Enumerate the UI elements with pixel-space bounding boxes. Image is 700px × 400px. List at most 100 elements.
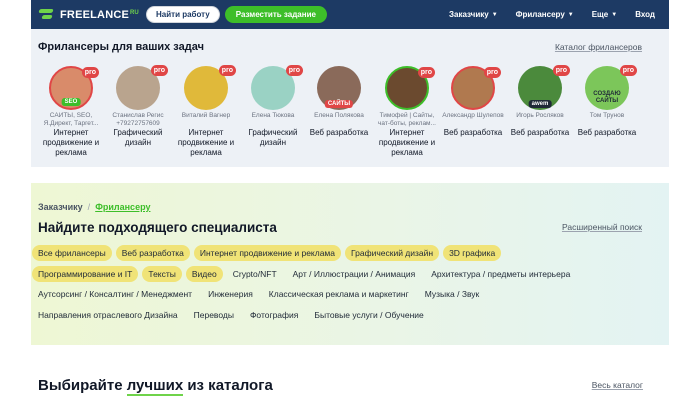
category-chip[interactable]: Все фрилансеры — [32, 245, 112, 261]
freelancer-name[interactable]: Виталий Вагнер — [172, 112, 240, 128]
freelancer-avatar[interactable]: pro SEO — [49, 66, 99, 110]
category-chip[interactable]: Фотография — [244, 307, 304, 323]
pro-badge: pro — [417, 67, 435, 78]
freelancer-name[interactable]: Том Трунов — [573, 112, 641, 128]
freelancer-avatar[interactable]: pro СОЗДАЮ САЙТЫ — [585, 65, 637, 110]
freelancer-name[interactable]: Александр Шулепов — [439, 112, 507, 128]
breadcrumb-freelancer[interactable]: Фрилансеру — [95, 202, 150, 212]
nav-customer-label: Заказчику — [448, 10, 489, 19]
freelancer-specialization: Веб разработка — [510, 128, 570, 137]
freelancers-section: Фрилансеры для ваших задач Каталог фрила… — [31, 29, 669, 167]
freelancer-avatar[interactable]: pro — [251, 65, 303, 110]
freelancer-specialization: Интернет продвижение и реклама — [378, 128, 436, 157]
logo-text: FREELANCE — [60, 8, 130, 21]
catalog-title: Выбирайте лучших из каталога — [38, 377, 273, 396]
find-title: Найдите подходящего специалиста — [38, 220, 277, 235]
freelancer-avatar[interactable]: pro — [385, 66, 435, 110]
freelancer-specialization: Интернет продвижение и реклама — [42, 128, 100, 157]
top-header: FREELANCE RU Найти работу Разместить зад… — [31, 0, 669, 29]
freelancer-name[interactable]: Тимофей | Сайты, чат-боты, реклам... — [373, 112, 441, 128]
category-chip[interactable]: Видео — [185, 265, 223, 282]
all-catalog-link[interactable]: Весь каталог — [592, 380, 643, 390]
category-chip[interactable]: Программирование и IT — [32, 265, 139, 282]
category-chip[interactable]: Классическая реклама и маркетинг — [263, 286, 415, 302]
find-specialist-section: Заказчику / Фрилансеру Найдите подходяще… — [31, 183, 669, 345]
site-logo[interactable]: FREELANCE RU — [39, 8, 139, 22]
nav-more[interactable]: Еще ▼ — [592, 10, 618, 19]
freelancer-name[interactable]: САЙТЫ, SEO, Я.Директ, Таргет... — [37, 112, 105, 128]
freelancer-card[interactable]: САЙТЫ Елена Полякова Веб разработка — [305, 66, 373, 138]
freelancer-name[interactable]: Станислав Регис +79272757609 — [104, 112, 172, 128]
freelancer-card[interactable]: pro Елена Тюкова Графический дизайн — [239, 65, 307, 148]
breadcrumb: Заказчику / Фрилансеру — [38, 202, 150, 212]
freelancer-card[interactable]: pro Александр Шулепов Веб разработка — [439, 66, 507, 138]
freelancer-avatar[interactable]: pro — [116, 65, 168, 110]
page: { "header": { "logo_text": "FREELANCE", … — [0, 0, 700, 400]
freelancer-card[interactable]: pro Тимофей | Сайты, чат-боты, реклам... И… — [373, 66, 441, 158]
freelancer-specialization: Графический дизайн — [248, 128, 298, 147]
freelancer-specialization: Интернет продвижение и реклама — [177, 128, 235, 157]
category-chip[interactable]: Переводы — [188, 307, 240, 323]
category-chip[interactable]: Тексты — [142, 265, 182, 282]
chevron-down-icon: ▼ — [611, 11, 618, 18]
category-row: Все фрилансеры Веб разработка Интернет про… — [32, 243, 622, 263]
nav-login-label: Вход — [635, 10, 655, 19]
logo-mark-icon — [39, 8, 57, 22]
category-chip[interactable]: Направления отраслевого Дизайна — [32, 307, 184, 323]
main-nav: Заказчику ▼ Фрилансеру ▼ Еще ▼ Вход — [431, 10, 655, 19]
category-chip[interactable]: Арт / Иллюстрации / Анимация — [287, 266, 422, 282]
avatar-label: awem — [528, 100, 552, 108]
nav-freelancer-label: Фрилансеру — [515, 10, 565, 19]
freelancer-avatar[interactable]: pro — [184, 65, 236, 110]
avatar-label: СОЗДАЮ САЙТЫ — [593, 91, 621, 104]
advanced-search-link[interactable]: Расширенный поиск — [562, 222, 642, 232]
pro-badge: pro — [218, 65, 236, 76]
nav-customer[interactable]: Заказчику ▼ — [449, 10, 498, 19]
category-chip[interactable]: Графический дизайн — [345, 245, 440, 261]
freelancer-avatar[interactable]: САЙТЫ — [317, 66, 361, 110]
category-chip[interactable]: Инженерия — [202, 286, 259, 302]
freelancer-name[interactable]: Елена Полякова — [305, 112, 373, 128]
catalog-title-highlight: лучших — [126, 377, 184, 396]
category-chip[interactable]: Crypto/NFT — [227, 266, 283, 282]
nav-login[interactable]: Вход — [635, 10, 655, 19]
find-work-button[interactable]: Найти работу — [146, 6, 220, 23]
freelancers-catalog-link[interactable]: Каталог фрилансеров — [555, 42, 642, 52]
category-chip[interactable]: Интернет продвижение и реклама — [193, 245, 341, 261]
freelancer-specialization: Веб разработка — [443, 128, 503, 137]
pro-badge: pro — [619, 65, 637, 76]
freelancers-title: Фрилансеры для ваших задач — [38, 41, 204, 53]
freelancer-card[interactable]: pro Станислав Регис +79272757609 Графическ… — [104, 65, 172, 148]
freelancer-name[interactable]: Елена Тюкова — [239, 112, 307, 128]
chevron-down-icon: ▼ — [491, 11, 498, 18]
category-chip[interactable]: Архитектура / предметы интерьера — [425, 266, 576, 282]
pro-badge: pro — [81, 67, 99, 78]
category-chip[interactable]: Аутсорсинг / Консалтинг / Менеджмент — [32, 286, 198, 302]
breadcrumb-customer[interactable]: Заказчику — [38, 202, 83, 212]
catalog-title-start: Выбирайте — [38, 377, 127, 394]
pro-badge: pro — [150, 65, 168, 76]
freelancer-card[interactable]: pro СОЗДАЮ САЙТЫ Том Трунов Веб разработка — [573, 65, 641, 138]
category-row: Программирование и IT Тексты Видео Crypto/N… — [32, 264, 622, 284]
pro-badge: pro — [483, 67, 501, 78]
freelancer-card[interactable]: pro Виталий Вагнер Интернет продвижение и … — [172, 65, 240, 158]
category-row: Аутсорсинг / Консалтинг / Менеджмент Инже… — [32, 284, 622, 304]
avatar-label: САЙТЫ — [324, 100, 354, 108]
freelancer-avatar[interactable]: pro awem — [518, 65, 570, 110]
freelancer-card[interactable]: pro awem Игорь Росляков Веб разработка — [506, 65, 574, 138]
freelancer-name[interactable]: Игорь Росляков — [506, 112, 574, 128]
nav-freelancer[interactable]: Фрилансеру ▼ — [516, 10, 574, 19]
logo-suffix: RU — [130, 9, 139, 16]
category-list: Все фрилансеры Веб разработка Интернет про… — [32, 243, 622, 325]
post-task-button[interactable]: Разместить задание — [224, 6, 327, 23]
breadcrumb-separator: / — [87, 202, 91, 212]
category-chip[interactable]: Веб разработка — [115, 245, 190, 261]
freelancer-specialization: Веб разработка — [577, 128, 637, 137]
freelancer-avatar[interactable]: pro — [451, 66, 501, 110]
avatar-label: SEO — [61, 98, 81, 106]
pro-badge: pro — [552, 65, 570, 76]
category-chip[interactable]: Музыка / Звук — [419, 286, 486, 302]
freelancer-card[interactable]: pro SEO САЙТЫ, SEO, Я.Директ, Таргет... Инт… — [37, 66, 105, 158]
category-chip[interactable]: 3D графика — [443, 245, 502, 261]
category-chip[interactable]: Бытовые услуги / Обучение — [308, 307, 429, 323]
